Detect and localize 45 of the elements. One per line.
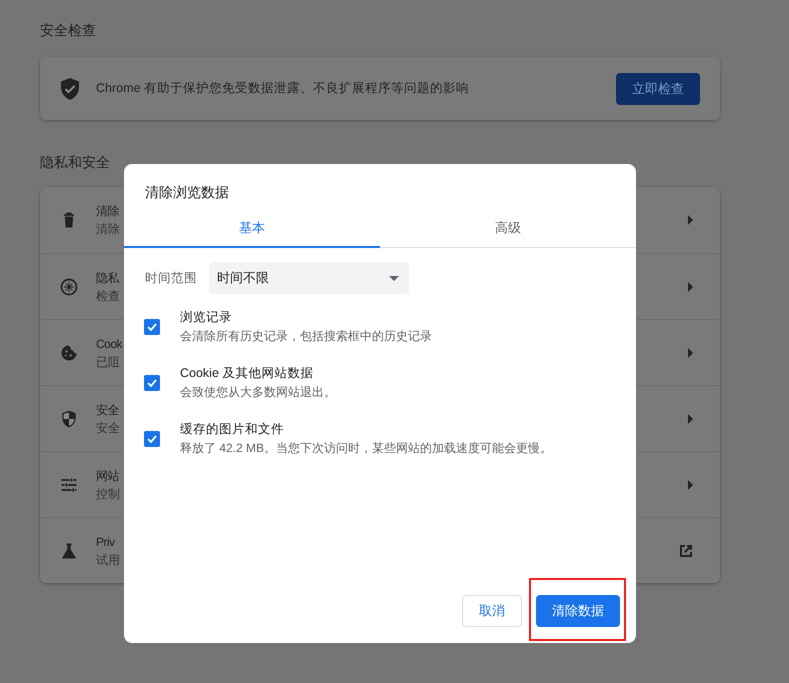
setting-subtitle: 安全 <box>96 420 120 436</box>
setting-subtitle: 控制 <box>96 486 120 502</box>
setting-title: 安全 <box>96 402 119 418</box>
setting-title: 清除 <box>96 203 119 220</box>
setting-subtitle: 已阻 <box>96 354 120 370</box>
checkbox[interactable] <box>144 319 160 335</box>
dialog-title: 清除浏览数据 <box>145 183 229 202</box>
checkmark-icon <box>147 323 157 331</box>
safety-check-description: Chrome 有助于保护您免受数据泄露、不良扩展程序等问题的影响 <box>96 80 470 98</box>
setting-subtitle: 试用 <box>96 552 120 568</box>
chevron-right-icon <box>686 282 694 292</box>
option-description: 会致使您从大多数网站退出。 <box>180 384 336 401</box>
chevron-right-icon <box>686 414 694 424</box>
tab[interactable]: 高级 <box>380 210 636 248</box>
option-description: 释放了 42.2 MB。当您下次访问时，某些网站的加载速度可能会更慢。 <box>180 440 552 457</box>
checkbox[interactable] <box>144 431 160 447</box>
external-link-icon <box>678 542 694 558</box>
setting-title: 网站 <box>96 468 119 484</box>
option-title: 浏览记录 <box>180 309 232 326</box>
compass-icon <box>59 276 79 296</box>
time-range-dropdown[interactable]: 时间不限 <box>209 262 409 294</box>
checkmark-icon <box>147 435 157 443</box>
setting-subtitle: 检查 <box>96 288 120 304</box>
checkmark-icon <box>147 379 157 387</box>
option-title: 缓存的图片和文件 <box>180 421 284 438</box>
cookie-icon <box>59 342 79 362</box>
cancel-button[interactable]: 取消 <box>462 595 522 627</box>
chevron-right-icon <box>686 215 694 225</box>
clear-data-button[interactable]: 清除数据 <box>536 595 620 627</box>
checkbox[interactable] <box>144 375 160 391</box>
option-title: Cookie 及其他网站数据 <box>180 365 314 382</box>
dropdown-caret-icon <box>389 276 399 280</box>
setting-title: Priv <box>96 534 115 550</box>
setting-title: Cook <box>96 336 122 352</box>
time-range-label: 时间范围 <box>145 270 197 287</box>
tab[interactable]: 基本 <box>124 210 380 248</box>
chevron-right-icon <box>686 480 694 490</box>
shield-check-icon <box>60 78 80 100</box>
setting-title: 隐私 <box>96 270 119 286</box>
option-description: 会清除所有历史记录，包括搜索框中的历史记录 <box>180 328 432 345</box>
chevron-right-icon <box>686 348 694 358</box>
setting-subtitle: 清除 <box>96 221 120 238</box>
section-heading: 安全检查 <box>40 21 96 40</box>
check-now-button[interactable]: 立即检查 <box>616 72 700 104</box>
section-heading: 隐私和安全 <box>40 153 110 172</box>
